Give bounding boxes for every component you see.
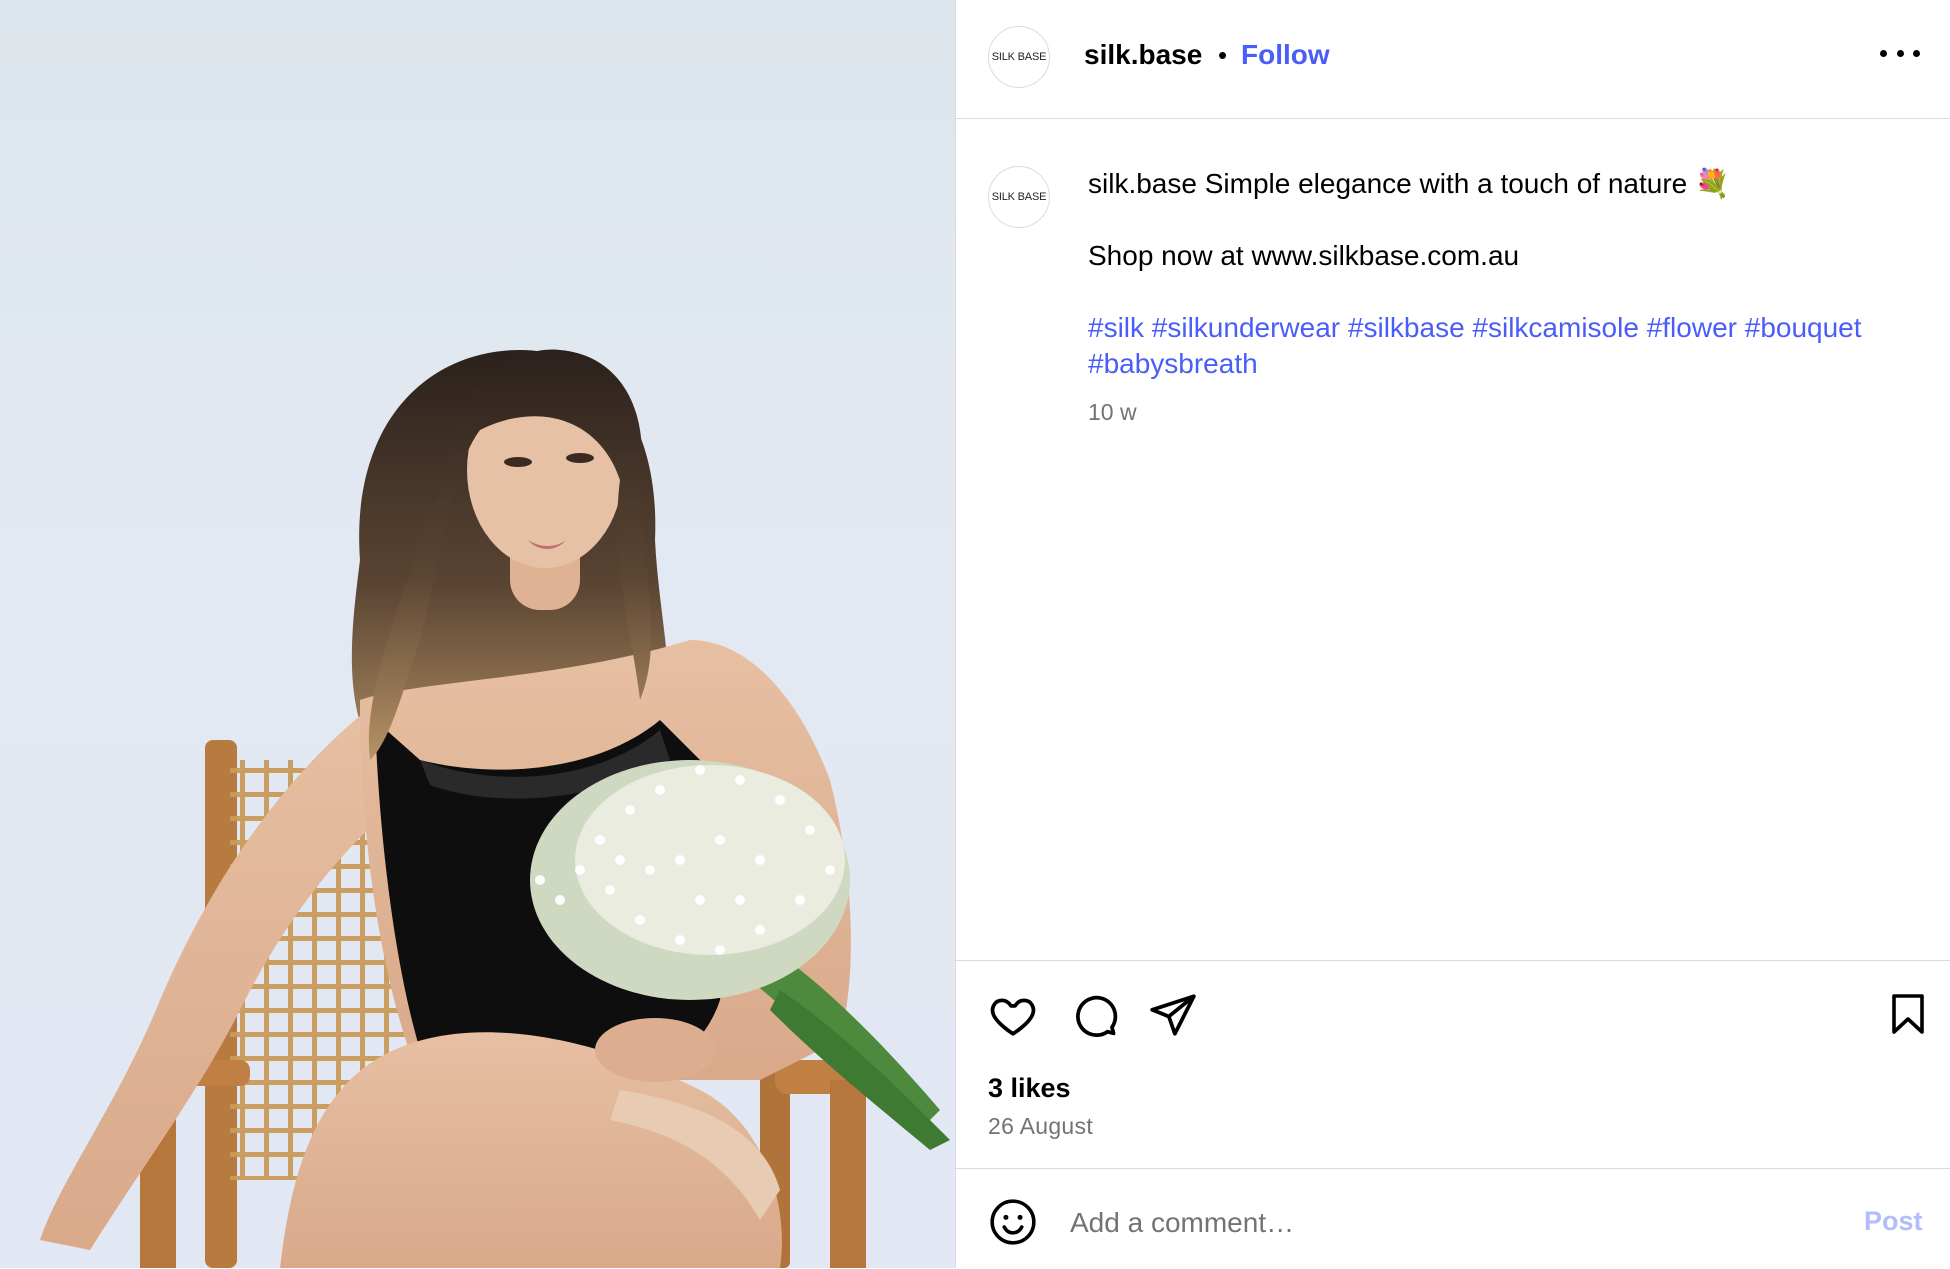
profile-avatar[interactable]: SILK BASE (988, 26, 1050, 88)
share-icon-svg (1150, 994, 1196, 1036)
post-sidebar: SILK BASE silk.base • Follow SILK BASE s… (955, 0, 1950, 1268)
post-date: 26 August (988, 1113, 1094, 1139)
post-comment-button[interactable]: Post (1864, 1206, 1923, 1237)
dot (1913, 50, 1920, 57)
caption-text: Simple elegance with a touch of nature 💐 (1204, 168, 1730, 199)
smiley-icon[interactable] (988, 1197, 1038, 1252)
hashtag-link[interactable]: #flower (1647, 312, 1737, 343)
hashtag-link[interactable]: #silkcamisole (1472, 312, 1639, 343)
comment-bubble-icon[interactable] (1069, 990, 1119, 1045)
dot (1880, 50, 1887, 57)
emoji-icon-svg (990, 1199, 1036, 1245)
post-caption: silk.base Simple elegance with a touch o… (1088, 166, 1918, 382)
bookmark-icon[interactable] (1884, 990, 1932, 1043)
comment-icon-svg (1076, 995, 1118, 1038)
avatar-logo-text: SILK BASE (991, 51, 1047, 63)
paper-plane-icon[interactable] (1148, 990, 1198, 1045)
bookmark-icon-svg (1892, 994, 1924, 1034)
hashtag-link[interactable]: #silkbase (1348, 312, 1465, 343)
caption-timestamp[interactable]: 10 w (1088, 399, 1137, 426)
caption-line-1: silk.base Simple elegance with a touch o… (1088, 166, 1918, 202)
caption-username[interactable]: silk.base (1088, 168, 1197, 199)
hashtag-link[interactable]: #silk (1088, 312, 1144, 343)
heart-icon-svg (990, 998, 1036, 1036)
follow-button[interactable]: Follow (1241, 39, 1330, 71)
likes-count[interactable]: 3 likes (988, 1073, 1071, 1104)
comment-input[interactable] (1068, 1200, 1752, 1246)
avatar-logo-text: SILK BASE (991, 191, 1047, 203)
hashtag-link[interactable]: #bouquet (1745, 312, 1862, 343)
post-header: SILK BASE silk.base • Follow (956, 0, 1950, 119)
post-photo (0, 0, 955, 1268)
caption-line-2: Shop now at www.silkbase.com.au (1088, 240, 1520, 271)
post-image (40, 349, 950, 1268)
caption-avatar[interactable]: SILK BASE (988, 166, 1050, 228)
separator-dot: • (1218, 40, 1228, 70)
actions-divider (956, 960, 1950, 961)
heart-icon[interactable] (988, 990, 1038, 1045)
hashtag-link[interactable]: #silkunderwear (1152, 312, 1340, 343)
dot (1896, 50, 1904, 57)
more-options-icon[interactable] (1880, 50, 1920, 62)
hashtag-list: #silk #silkunderwear #silkbase #silkcami… (1088, 310, 1918, 382)
hashtag-link[interactable]: #babysbreath (1088, 348, 1258, 379)
username-link[interactable]: silk.base (1084, 39, 1202, 71)
